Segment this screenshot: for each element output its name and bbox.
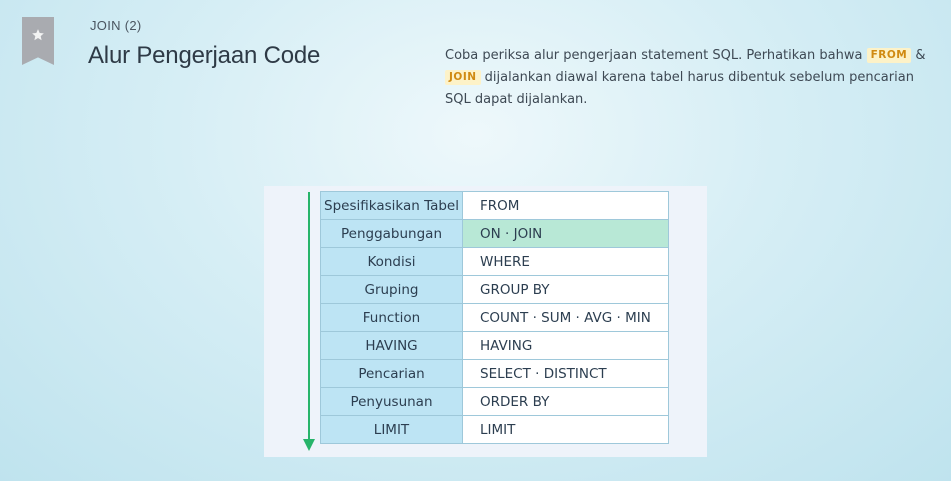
flow-clause-cell: ORDER BY [462,387,669,416]
bookmark-star-icon[interactable] [22,17,54,65]
arrow-down-icon [303,192,315,451]
flow-row: LIMIT LIMIT [320,415,669,444]
flow-step-cell: Penggabungan [320,219,463,248]
description-text: Coba periksa alur pengerjaan statement S… [445,45,935,111]
flow-clause-cell: HAVING [462,331,669,360]
flow-clause-cell: WHERE [462,247,669,276]
flow-row: Pencarian SELECT · DISTINCT [320,359,669,388]
flow-step-cell: Pencarian [320,359,463,388]
sql-execution-order-table: Spesifikasikan Tabel FROM Penggabungan ON ·… [320,191,669,444]
description-part-2: & [911,48,926,63]
description-part-3: dijalankan diawal karena tabel harus dib… [445,70,914,107]
flow-step-cell: Kondisi [320,247,463,276]
star-icon [32,29,44,41]
flow-clause-cell: FROM [462,191,669,220]
flow-row: Function COUNT · SUM · AVG · MIN [320,303,669,332]
flow-step-cell: Function [320,303,463,332]
flow-clause-cell: SELECT · DISTINCT [462,359,669,388]
page-title: Alur Pengerjaan Code [88,42,321,69]
flow-clause-cell: COUNT · SUM · AVG · MIN [462,303,669,332]
join-code-tag: JOIN [445,70,481,85]
flow-step-cell: Spesifikasikan Tabel [320,191,463,220]
flow-row: HAVING HAVING [320,331,669,360]
flow-clause-cell: LIMIT [462,415,669,444]
flow-row: Spesifikasikan Tabel FROM [320,191,669,220]
flow-step-cell: HAVING [320,331,463,360]
description-part-1: Coba periksa alur pengerjaan statement S… [445,48,867,63]
flow-clause-cell: ON · JOIN [462,219,669,248]
section-kicker: JOIN (2) [90,18,142,33]
flow-row: Kondisi WHERE [320,247,669,276]
from-code-tag: FROM [866,48,912,63]
flow-step-cell: Gruping [320,275,463,304]
flow-clause-cell: GROUP BY [462,275,669,304]
flow-step-cell: Penyusunan [320,387,463,416]
flow-step-cell: LIMIT [320,415,463,444]
flow-row: Gruping GROUP BY [320,275,669,304]
flow-row: Penggabungan ON · JOIN [320,219,669,248]
flow-row: Penyusunan ORDER BY [320,387,669,416]
